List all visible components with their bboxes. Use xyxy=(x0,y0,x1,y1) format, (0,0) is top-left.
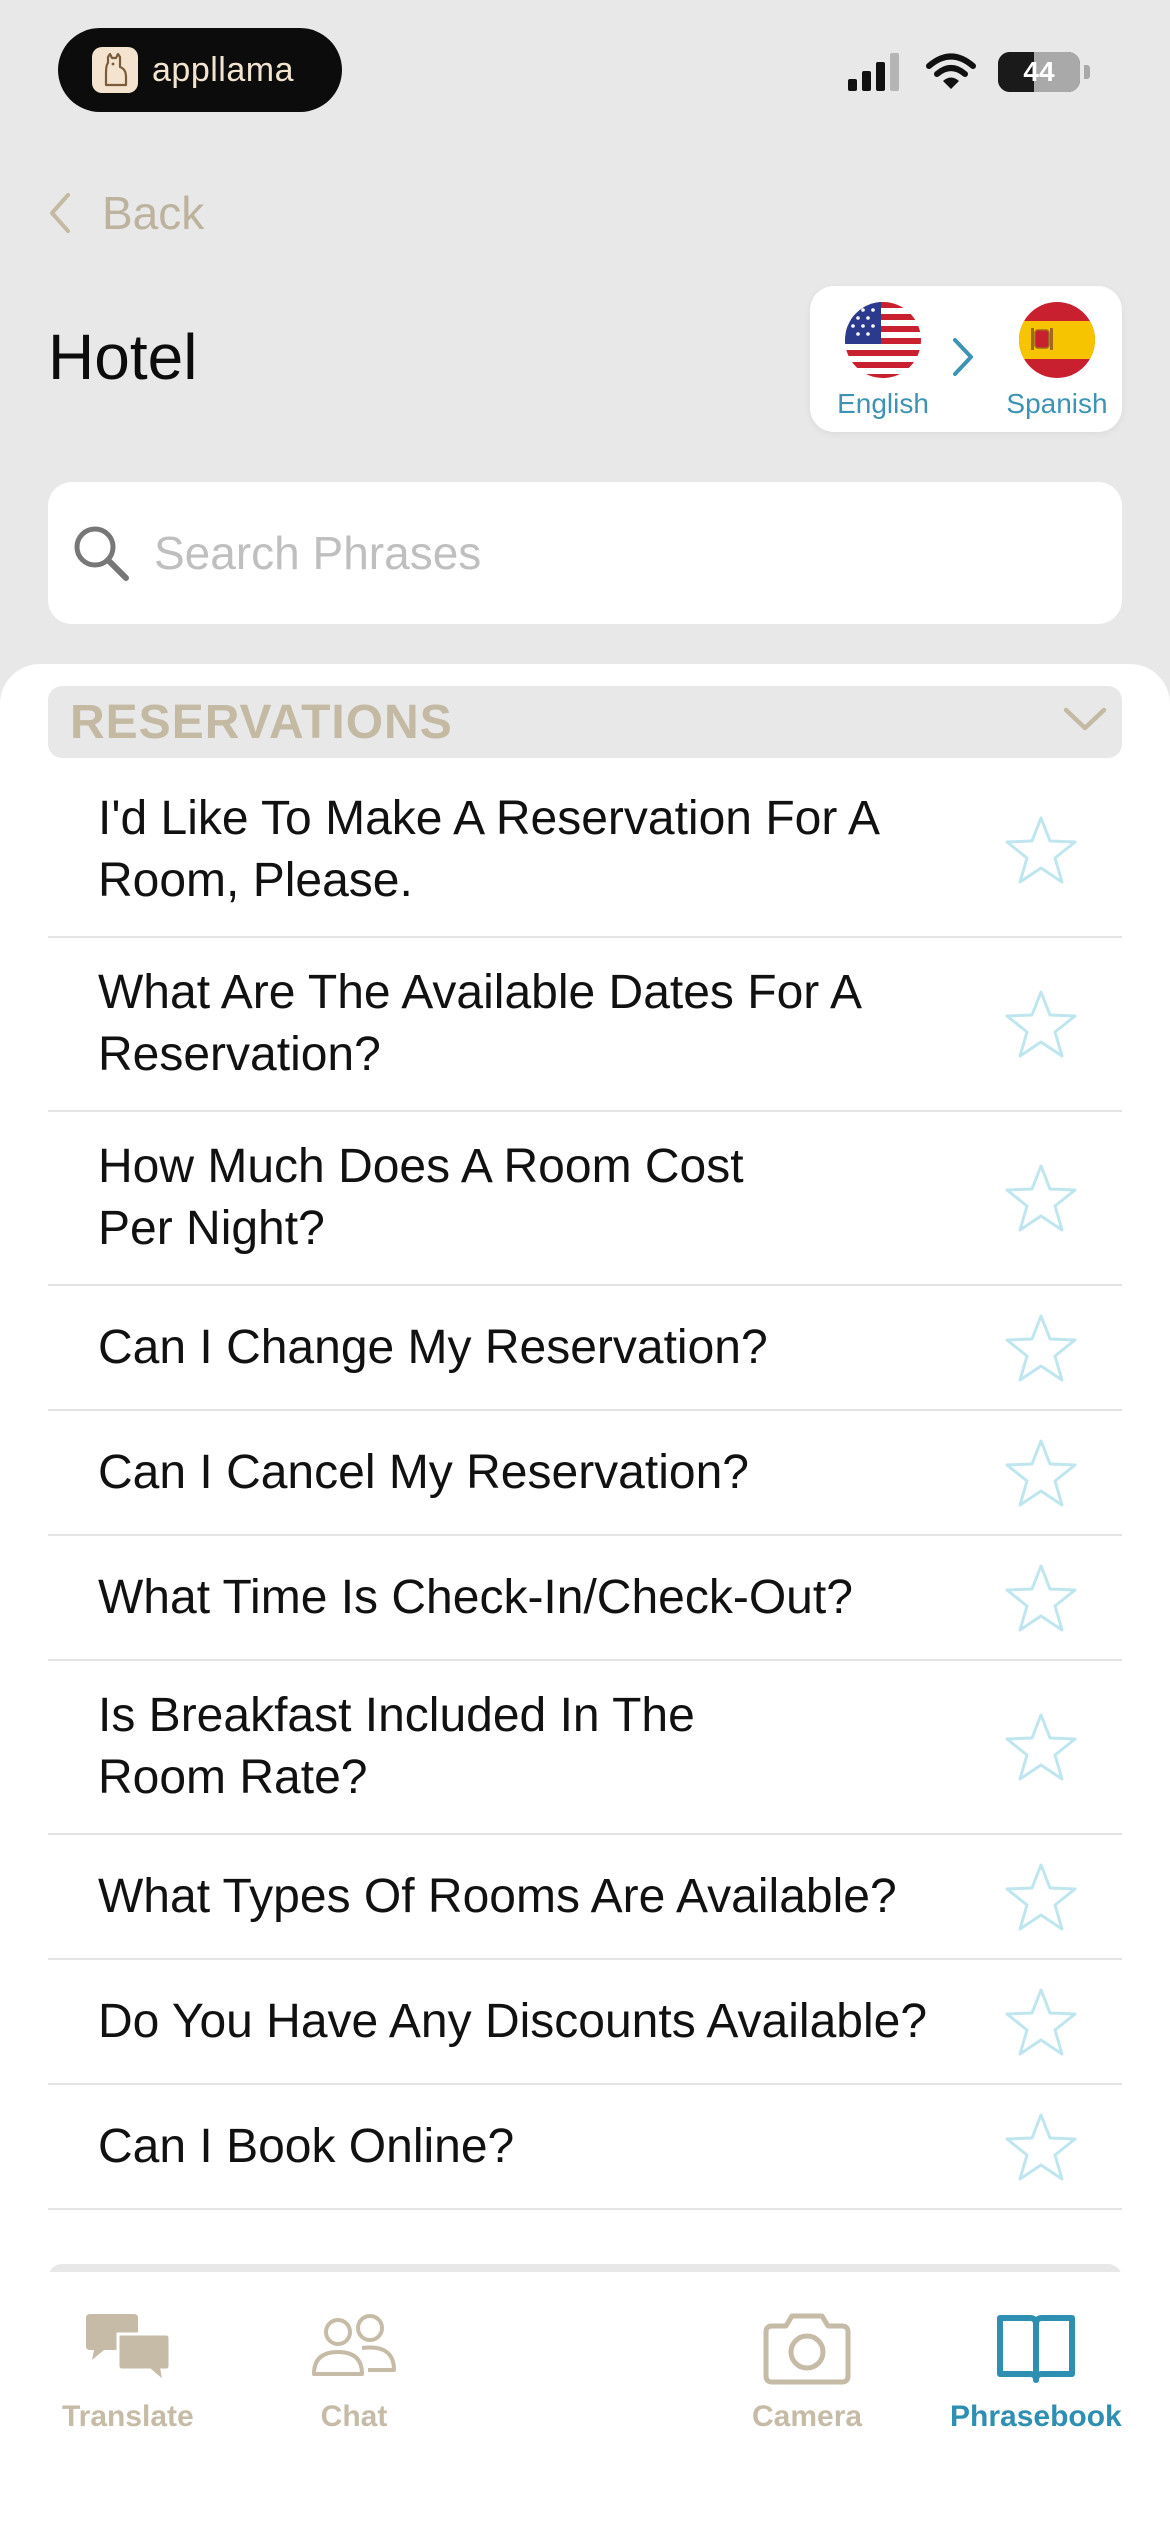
star-icon[interactable] xyxy=(1004,988,1078,1060)
list-item[interactable]: Can I Cancel My Reservation? xyxy=(48,1411,1122,1536)
chevron-left-icon xyxy=(50,193,70,233)
star-icon[interactable] xyxy=(1004,814,1078,886)
list-item[interactable]: Is Breakfast Included In The Room Rate? xyxy=(48,1661,1122,1835)
phrase-text: I'd Like To Make A Reservation For A Roo… xyxy=(98,792,878,907)
list-item[interactable]: What Time Is Check-In/Check-Out? xyxy=(48,1536,1122,1661)
back-label: Back xyxy=(102,187,205,239)
source-language[interactable]: English xyxy=(828,302,938,420)
speech-bubbles-icon xyxy=(85,2314,172,2386)
target-language[interactable]: Spanish xyxy=(1002,302,1112,420)
list-item[interactable]: Can I Change My Reservation? xyxy=(48,1286,1122,1411)
tab-label: Chat xyxy=(320,2400,388,2433)
phrase-text: Do You Have Any Discounts Available? xyxy=(98,1994,928,2048)
list-item[interactable]: How Much Does A Room Cost Per Night? xyxy=(48,1112,1122,1286)
star-icon[interactable] xyxy=(1004,1437,1078,1509)
phrase-text: How Much Does A Room Cost Per Night? xyxy=(98,1140,744,1255)
chevron-down-icon[interactable] xyxy=(1062,704,1108,734)
star-icon[interactable] xyxy=(1004,2111,1078,2183)
phrase-text: What Types Of Rooms Are Available? xyxy=(98,1869,897,1923)
star-icon[interactable] xyxy=(1004,1861,1078,1933)
search-icon xyxy=(74,526,129,581)
battery-cap xyxy=(1084,65,1090,79)
language-selector[interactable]: English Spanish xyxy=(810,286,1122,432)
spain-flag-icon xyxy=(1019,302,1095,378)
open-book-icon xyxy=(996,2315,1075,2383)
search-input[interactable] xyxy=(152,525,1056,581)
star-icon[interactable] xyxy=(1004,1986,1078,2058)
list-item[interactable]: Do You Have Any Discounts Available? xyxy=(48,1960,1122,2085)
status-icons: 44 xyxy=(848,52,1090,92)
source-language-label: English xyxy=(837,388,929,419)
list-item[interactable]: What Are The Available Dates For A Reser… xyxy=(48,938,1122,1112)
list-item[interactable]: Can I Book Online? xyxy=(48,2085,1122,2210)
app-name: appllama xyxy=(152,50,294,89)
phrase-list: I'd Like To Make A Reservation For A Roo… xyxy=(48,764,1122,2210)
page-title: Hotel xyxy=(48,321,198,393)
tab-label: Camera xyxy=(752,2400,863,2433)
phrase-text: Can I Book Online? xyxy=(98,2119,515,2173)
cellular-signal-icon xyxy=(848,53,899,91)
phrase-text: Can I Change My Reservation? xyxy=(98,1320,768,1374)
star-icon[interactable] xyxy=(1004,1562,1078,1634)
phrase-text: What Time Is Check-In/Check-Out? xyxy=(98,1570,853,1624)
phrase-sheet: RESERVATIONS I'd Like To Make A Reservat… xyxy=(0,664,1170,2532)
tab-chat[interactable]: Chat xyxy=(310,2312,398,2434)
wifi-icon xyxy=(926,53,976,89)
battery-icon: 44 xyxy=(998,52,1080,92)
app-indicator-pill[interactable]: appllama xyxy=(58,28,342,112)
us-flag-icon xyxy=(845,302,921,378)
list-item[interactable]: What Types Of Rooms Are Available? xyxy=(48,1835,1122,1960)
phrase-text: Can I Cancel My Reservation? xyxy=(98,1445,749,1499)
llama-logo-icon xyxy=(92,47,138,93)
phrase-text: Is Breakfast Included In The Room Rate? xyxy=(98,1689,695,1804)
tab-translate[interactable]: Translate xyxy=(62,2312,194,2434)
back-button[interactable]: Back xyxy=(48,186,204,240)
camera-icon xyxy=(763,2313,851,2385)
section-title: RESERVATIONS xyxy=(70,695,453,749)
people-icon xyxy=(312,2314,396,2376)
star-icon[interactable] xyxy=(1004,1162,1078,1234)
list-item[interactable]: I'd Like To Make A Reservation For A Roo… xyxy=(48,764,1122,938)
tab-phrasebook[interactable]: Phrasebook xyxy=(950,2312,1122,2434)
search-bar[interactable] xyxy=(48,482,1122,624)
target-language-label: Spanish xyxy=(1006,388,1108,419)
phrase-text: What Are The Available Dates For A Reser… xyxy=(98,966,860,1081)
section-header-reservations[interactable]: RESERVATIONS xyxy=(48,686,1122,758)
tab-label: Phrasebook xyxy=(950,2400,1122,2433)
tab-camera[interactable]: Camera xyxy=(752,2312,862,2434)
battery-level: 44 xyxy=(1023,56,1055,87)
star-icon[interactable] xyxy=(1004,1711,1078,1783)
tab-bar: Translate Chat Camera Phrasebook xyxy=(0,2272,1170,2532)
star-icon[interactable] xyxy=(1004,1312,1078,1384)
chevron-right-icon xyxy=(953,338,973,376)
tab-label: Translate xyxy=(62,2400,194,2433)
